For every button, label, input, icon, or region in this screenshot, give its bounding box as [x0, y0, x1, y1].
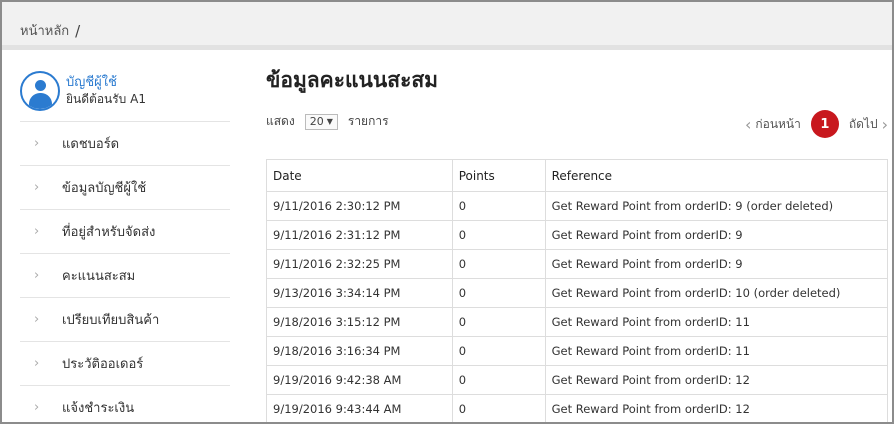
cell-points: 0 — [451, 278, 546, 308]
cell-points: 0 — [451, 191, 546, 221]
page-frame: หน้าหลัก / บัญชีผู้ใช้ ยินดีต้อนรับ A1 ›… — [0, 0, 894, 424]
page-size-control: แสดง 20 ▼ รายการ — [266, 112, 389, 131]
sidebar-item-account-info[interactable]: › ข้อมูลบัญชีผู้ใช้ — [20, 166, 230, 210]
chevron-right-icon: › — [34, 180, 40, 195]
sidebar-item-label: คะแนนสะสม — [62, 269, 136, 284]
cell-points: 0 — [451, 307, 546, 337]
cell-date: 9/19/2016 9:43:44 AM — [266, 394, 453, 422]
cell-points: 0 — [451, 249, 546, 279]
chevron-left-icon[interactable]: ‹ — [745, 115, 751, 134]
column-header-reference: Reference — [544, 159, 889, 192]
table-header-row: Date Points Reference — [266, 159, 889, 192]
sidebar-item-label: ประวัติออเดอร์ — [62, 357, 144, 372]
cell-reference: Get Reward Point from orderID: 10 (order… — [544, 278, 889, 308]
cell-date: 9/19/2016 9:42:38 AM — [266, 365, 453, 395]
chevron-right-icon: › — [34, 400, 40, 415]
sidebar-item-compare-products[interactable]: › เปรียบเทียบสินค้า — [20, 298, 230, 342]
chevron-right-icon: › — [34, 356, 40, 371]
sidebar-item-shipping-address[interactable]: › ที่อยู่สำหรับจัดส่ง — [20, 210, 230, 254]
dropdown-arrow-icon: ▼ — [326, 116, 333, 126]
show-label: แสดง — [266, 114, 295, 128]
cell-date: 9/18/2016 3:16:34 PM — [266, 336, 453, 366]
table-row: 9/19/2016 9:42:38 AM 0 Get Reward Point … — [266, 365, 889, 395]
pagination: ‹ ก่อนหน้า 1 ถัดไป › — [745, 110, 888, 138]
breadcrumb-home[interactable]: หน้าหลัก — [20, 20, 69, 41]
points-table: Date Points Reference 9/11/2016 2:30:12 … — [266, 159, 889, 422]
current-page-button[interactable]: 1 — [810, 110, 839, 138]
cell-points: 0 — [451, 336, 546, 366]
sidebar-item-label: แดชบอร์ด — [62, 137, 120, 152]
cell-points: 0 — [451, 394, 546, 422]
breadcrumb-separator: / — [75, 21, 81, 40]
cell-reference: Get Reward Point from orderID: 9 (order … — [544, 191, 889, 221]
breadcrumb: หน้าหลัก / — [20, 20, 80, 41]
page-size-value: 20 — [309, 114, 324, 128]
table-row: 9/11/2016 2:30:12 PM 0 Get Reward Point … — [266, 191, 889, 221]
table-row: 9/18/2016 3:15:12 PM 0 Get Reward Point … — [266, 307, 889, 337]
cell-date: 9/11/2016 2:31:12 PM — [266, 220, 453, 250]
chevron-right-icon: › — [34, 224, 40, 239]
account-title[interactable]: บัญชีผู้ใช้ — [66, 75, 146, 91]
table-row: 9/11/2016 2:31:12 PM 0 Get Reward Point … — [266, 220, 889, 250]
table-row: 9/18/2016 3:16:34 PM 0 Get Reward Point … — [266, 336, 889, 366]
cell-reference: Get Reward Point from orderID: 9 — [544, 220, 889, 250]
cell-points: 0 — [451, 220, 546, 250]
cell-reference: Get Reward Point from orderID: 11 — [544, 336, 889, 366]
table-row: 9/19/2016 9:43:44 AM 0 Get Reward Point … — [266, 394, 889, 422]
chevron-right-icon: › — [34, 136, 40, 151]
cell-date: 9/18/2016 3:15:12 PM — [266, 307, 453, 337]
top-bar: หน้าหลัก / — [2, 2, 892, 50]
sidebar-item-payment-notice[interactable]: › แจ้งชำระเงิน — [20, 386, 230, 422]
sidebar-item-reward-points[interactable]: › คะแนนสะสม — [20, 254, 230, 298]
chevron-right-icon: › — [34, 312, 40, 327]
chevron-right-icon[interactable]: › — [882, 115, 888, 134]
sidebar-item-dashboard[interactable]: › แดชบอร์ด — [20, 122, 230, 166]
list-controls: แสดง 20 ▼ รายการ ‹ ก่อนหน้า 1 ถัดไป › — [266, 110, 888, 150]
sidebar-item-label: แจ้งชำระเงิน — [62, 401, 135, 416]
sidebar-item-label: ที่อยู่สำหรับจัดส่ง — [62, 225, 156, 240]
column-header-points: Points — [451, 159, 546, 192]
welcome-text: ยินดีต้อนรับ A1 — [66, 91, 146, 106]
prev-page-link[interactable]: ก่อนหน้า — [755, 115, 801, 134]
cell-date: 9/11/2016 2:32:25 PM — [266, 249, 453, 279]
cell-date: 9/11/2016 2:30:12 PM — [266, 191, 453, 221]
column-header-date: Date — [266, 159, 453, 192]
user-avatar-icon — [20, 70, 60, 111]
sidebar-item-order-history[interactable]: › ประวัติออเดอร์ — [20, 342, 230, 386]
cell-reference: Get Reward Point from orderID: 11 — [544, 307, 889, 337]
cell-reference: Get Reward Point from orderID: 12 — [544, 365, 889, 395]
cell-date: 9/13/2016 3:34:14 PM — [266, 278, 453, 308]
chevron-right-icon: › — [34, 268, 40, 283]
page-title: ข้อมูลคะแนนสะสม — [266, 68, 439, 92]
items-label: รายการ — [347, 114, 389, 128]
cell-reference: Get Reward Point from orderID: 12 — [544, 394, 889, 422]
page-size-select[interactable]: 20 ▼ — [304, 113, 338, 130]
main-content: ข้อมูลคะแนนสะสม แสดง 20 ▼ รายการ ‹ ก่อนห… — [266, 60, 889, 422]
table-row: 9/11/2016 2:32:25 PM 0 Get Reward Point … — [266, 249, 889, 279]
sidebar-item-label: ข้อมูลบัญชีผู้ใช้ — [62, 181, 147, 196]
table-row: 9/13/2016 3:34:14 PM 0 Get Reward Point … — [266, 278, 889, 308]
sidebar: บัญชีผู้ใช้ ยินดีต้อนรับ A1 › แดชบอร์ด ›… — [20, 60, 230, 422]
next-page-link[interactable]: ถัดไป — [849, 115, 878, 134]
account-panel: บัญชีผู้ใช้ ยินดีต้อนรับ A1 — [20, 60, 230, 122]
cell-points: 0 — [451, 365, 546, 395]
sidebar-item-label: เปรียบเทียบสินค้า — [62, 313, 160, 328]
cell-reference: Get Reward Point from orderID: 9 — [544, 249, 889, 279]
